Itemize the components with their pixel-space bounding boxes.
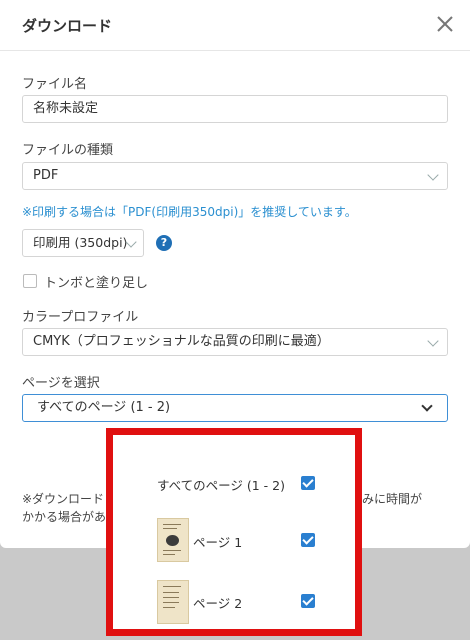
dialog-title: ダウンロード (22, 17, 113, 35)
chevron-down-icon (427, 335, 439, 347)
filename-input[interactable]: 名称未設定 (22, 95, 448, 123)
trim-marks-checkbox[interactable] (23, 274, 37, 288)
option-all-pages-checkbox[interactable] (301, 476, 315, 490)
trim-marks-label[interactable]: トンボと塗り足し (44, 272, 148, 291)
filetype-select[interactable]: PDF (22, 162, 448, 190)
chevron-down-icon (421, 400, 433, 412)
filename-label: ファイル名 (22, 77, 88, 92)
option-page2-checkbox[interactable] (301, 594, 315, 608)
print-recommendation-note: ※印刷する場合は「PDF(印刷用350dpi)」を推奨しています。 (22, 205, 357, 219)
close-icon[interactable] (434, 13, 456, 35)
page1-thumbnail (157, 518, 189, 562)
page-select-value: すべてのページ (1 - 2) (37, 400, 171, 415)
page-select-label: ページを選択 (22, 376, 100, 391)
page-options-dropdown: すべてのページ (1 - 2) ページ 1 ページ 2 (106, 428, 362, 636)
color-profile-value: CMYK（プロフェッショナルな品質の印刷に最適） (33, 334, 330, 349)
page2-thumbnail (157, 580, 189, 624)
option-page2-label[interactable]: ページ 2 (193, 593, 242, 612)
color-profile-label: カラープロファイル (22, 310, 139, 325)
color-profile-select[interactable]: CMYK（プロフェッショナルな品質の印刷に最適） (22, 328, 448, 356)
chevron-down-icon (427, 169, 439, 181)
filetype-label: ファイルの種類 (22, 143, 114, 158)
option-all-pages-label[interactable]: すべてのページ (1 - 2) (157, 475, 285, 494)
dialog-header: ダウンロード (0, 0, 470, 51)
page-select-dropdown[interactable]: すべてのページ (1 - 2) (22, 394, 448, 422)
filetype-value: PDF (33, 168, 59, 183)
quality-select[interactable]: 印刷用 (350dpi) (22, 229, 144, 257)
help-icon[interactable]: ? (156, 235, 172, 251)
quality-value: 印刷用 (350dpi) (33, 235, 128, 250)
option-page1-checkbox[interactable] (301, 533, 315, 547)
option-page1-label[interactable]: ページ 1 (193, 532, 242, 551)
